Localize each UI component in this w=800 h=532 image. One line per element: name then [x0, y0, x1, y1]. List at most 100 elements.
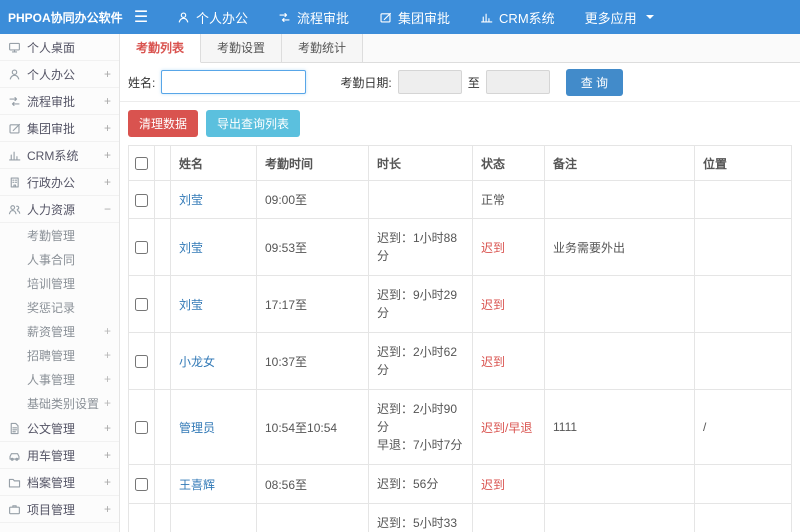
nav-item-workflow-approval[interactable]: 流程审批	[263, 0, 364, 34]
name-cell: 刘莹	[170, 180, 257, 220]
employee-name-link[interactable]: 小龙女	[179, 355, 215, 369]
sidebar: 个人桌面 个人办公 + 流程审批 + 集团审批 + CRM系统 + 行政办公 + 人力资源 − 考勤管理人…	[0, 34, 120, 532]
name-cell: 小龙女	[170, 332, 257, 391]
clean-data-button[interactable]: 清理数据	[128, 110, 199, 137]
sidebar-item-document-management[interactable]: 公文管理 +	[0, 415, 119, 442]
folder-icon	[8, 476, 21, 489]
caret-down-icon	[645, 15, 654, 19]
duration-cell: 迟到：1小时88分	[368, 218, 473, 277]
sidebar-item-human-resources[interactable]: 人力资源 −	[0, 196, 119, 223]
nav-item-label: 流程审批	[297, 10, 350, 26]
nav-item-crm-system[interactable]: CRM系统	[465, 0, 570, 34]
attendance-table-wrap: 姓名 考勤时间 时长 状态 备注 位置 刘莹 09:00至 正常 刘莹 09:53至 迟到：1小时8…	[128, 144, 792, 532]
row-checkbox[interactable]	[135, 241, 148, 255]
location-cell	[694, 218, 792, 277]
sidebar-item-personal-desktop[interactable]: 个人桌面	[0, 34, 119, 61]
sidebar-subitem-salary-management[interactable]: 薪资管理 +	[0, 319, 119, 343]
column-header-time: 考勤时间	[256, 144, 369, 182]
remark-cell	[544, 464, 695, 505]
filter-bar: 姓名: 考勤日期: 至 查 询	[120, 63, 800, 102]
sidebar-subitem-label: 招聘管理	[27, 348, 76, 363]
expand-plus-icon: +	[103, 121, 111, 135]
nav-item-more-apps[interactable]: 更多应用	[570, 0, 669, 34]
duration-cell: 迟到：5小时33分 早退：4小时67分	[368, 503, 473, 532]
sidebar-item-vehicle-management[interactable]: 用车管理 +	[0, 442, 119, 469]
sidebar-subitem-recruitment-management[interactable]: 招聘管理 +	[0, 343, 119, 367]
expand-plus-icon: +	[103, 421, 111, 435]
employee-name-link[interactable]: 刘莹	[179, 241, 203, 255]
sidebar-subitem-attendance-management[interactable]: 考勤管理	[0, 223, 119, 247]
column-header-duration: 时长	[368, 144, 473, 182]
remark-cell	[544, 275, 695, 334]
nav-item-personal-office[interactable]: 个人办公	[162, 0, 263, 34]
sidebar-subitem-label: 人事管理	[27, 372, 76, 387]
user-icon	[177, 11, 190, 24]
sidebar-subitem-reward-punishment[interactable]: 奖惩记录	[0, 295, 119, 319]
employee-name-link[interactable]: 刘莹	[179, 298, 203, 312]
nav-item-label: CRM系统	[499, 10, 555, 26]
date-filter-label: 考勤日期:	[340, 75, 392, 90]
expand-plus-icon: +	[103, 175, 111, 189]
flow-icon	[278, 11, 291, 24]
row-gap-cell	[154, 389, 171, 466]
flow-icon	[8, 95, 21, 108]
main-nav: 个人办公 流程审批 集团审批 CRM系统 更多应用	[162, 0, 669, 34]
row-gap-cell	[154, 275, 171, 334]
attendance-table: 姓名 考勤时间 时长 状态 备注 位置 刘莹 09:00至 正常 刘莹 09:53至 迟到：1小时8…	[128, 144, 792, 532]
select-all-checkbox[interactable]	[135, 157, 148, 171]
location-cell	[694, 332, 792, 391]
column-header-status: 状态	[472, 144, 545, 182]
row-checkbox[interactable]	[135, 298, 148, 312]
export-list-button[interactable]: 导出查询列表	[206, 110, 301, 137]
row-checkbox[interactable]	[135, 355, 148, 369]
employee-name-link[interactable]: 王喜辉	[179, 478, 215, 492]
sidebar-subitem-base-category-settings[interactable]: 基础类别设置 +	[0, 391, 119, 415]
chart-icon	[8, 149, 21, 162]
name-filter-input[interactable]	[161, 70, 307, 94]
row-checkbox[interactable]	[135, 421, 148, 435]
sidebar-item-personal-office[interactable]: 个人办公 +	[0, 61, 119, 88]
tab-attendance-statistics[interactable]: 考勤统计	[282, 34, 364, 62]
sidebar-subitem-label: 培训管理	[27, 276, 76, 291]
duration-cell: 迟到：56分	[368, 464, 473, 505]
sidebar-subitem-personnel-contract[interactable]: 人事合同	[0, 247, 119, 271]
sidebar-subitem-training-management[interactable]: 培训管理	[0, 271, 119, 295]
search-button[interactable]: 查 询	[565, 68, 624, 96]
row-checkbox[interactable]	[135, 193, 148, 207]
sidebar-item-crm-system[interactable]: CRM系统 +	[0, 142, 119, 169]
main-content: 考勤列表 考勤设置 考勤统计 姓名: 考勤日期: 至 查 询 清理数据 导出查询列表…	[120, 34, 800, 532]
sidebar-subitem-personnel-management[interactable]: 人事管理 +	[0, 367, 119, 391]
row-checkbox-cell	[128, 218, 155, 277]
collapse-minus-icon: −	[103, 202, 111, 216]
sidebar-item-admin-office[interactable]: 行政办公 +	[0, 169, 119, 196]
date-to-input[interactable]	[485, 70, 550, 94]
row-checkbox-cell	[128, 389, 155, 466]
location-cell: /	[694, 389, 792, 466]
sidebar-item-project-management[interactable]: 项目管理 +	[0, 496, 119, 523]
table-row: 黄莺13:20至13:20迟到：5小时33分 早退：4小时67分迟到/早退 /	[128, 503, 792, 532]
car-icon	[8, 449, 21, 462]
sidebar-item-archive-management[interactable]: 档案管理 +	[0, 469, 119, 496]
status-cell: 迟到/早退	[472, 503, 545, 532]
row-checkbox[interactable]	[135, 478, 148, 492]
tab-attendance-list[interactable]: 考勤列表	[120, 34, 202, 63]
row-gap-cell	[154, 503, 171, 532]
sidebar-item-workflow-approval[interactable]: 流程审批 +	[0, 88, 119, 115]
date-from-input[interactable]	[397, 70, 462, 94]
sidebar-item-label: 流程审批	[27, 94, 76, 109]
sidebar-item-label: 个人桌面	[27, 40, 76, 55]
attendance-time-cell: 17:17至	[256, 275, 369, 334]
nav-item-group-approval[interactable]: 集团审批	[364, 0, 465, 34]
row-gap-cell	[154, 218, 171, 277]
employee-name-link[interactable]: 管理员	[179, 421, 215, 435]
sidebar-item-label: 行政办公	[27, 175, 76, 190]
sidebar-toggle-button[interactable]: ☰	[120, 0, 162, 34]
attendance-time-cell: 08:56至	[256, 464, 369, 505]
sidebar-item-group-approval[interactable]: 集团审批 +	[0, 115, 119, 142]
column-header-location: 位置	[694, 144, 792, 182]
header-gap-cell	[154, 144, 171, 182]
attendance-time-cell: 09:00至	[256, 180, 369, 220]
employee-name-link[interactable]: 刘莹	[179, 193, 203, 207]
expand-plus-icon: +	[103, 475, 111, 489]
tab-attendance-settings[interactable]: 考勤设置	[201, 34, 283, 62]
